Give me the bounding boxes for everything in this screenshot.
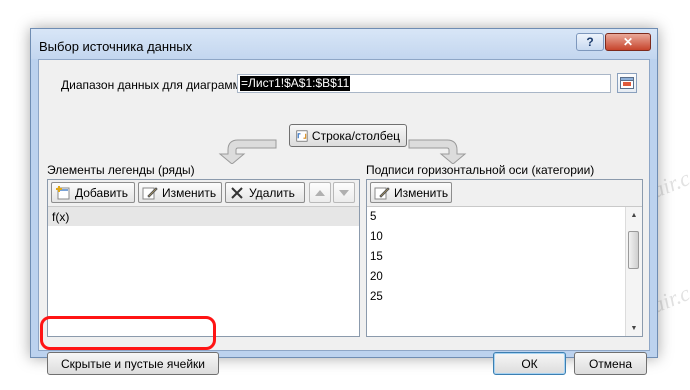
switch-row-column-button[interactable]: Строка/столбец xyxy=(289,124,407,147)
list-item[interactable]: 25 xyxy=(367,287,626,307)
dialog-title: Выбор источника данных xyxy=(39,39,193,54)
category-scrollbar[interactable]: ▲ ▼ xyxy=(625,207,642,336)
hidden-empty-cells-button[interactable]: Скрытые и пустые ячейки xyxy=(47,352,219,375)
range-select-icon xyxy=(620,77,634,89)
add-series-button[interactable]: Добавить xyxy=(51,182,135,203)
legend-entries-panel: Добавить Изменить Удалить f(x) xyxy=(47,179,360,337)
edit-axis-labels-label: Изменить xyxy=(394,185,449,200)
highlight-annotation xyxy=(40,316,216,350)
dialog-body: Диапазон данных для диаграммы: =Лист1!$A… xyxy=(38,59,650,375)
add-icon xyxy=(55,185,71,201)
move-up-button[interactable] xyxy=(309,182,331,203)
list-item[interactable]: 20 xyxy=(367,267,626,287)
arrow-left-icon xyxy=(218,139,277,164)
delete-series-button[interactable]: Удалить xyxy=(225,182,305,203)
list-item[interactable]: 5 xyxy=(367,207,626,227)
chart-data-range-label: Диапазон данных для диаграммы: xyxy=(61,78,253,92)
list-item[interactable]: f(x) xyxy=(48,207,359,226)
list-item[interactable]: 15 xyxy=(367,247,626,267)
cancel-button[interactable]: Отмена xyxy=(574,352,647,375)
ok-label: ОК xyxy=(521,356,538,371)
switch-row-column-label: Строка/столбец xyxy=(311,128,400,143)
legend-entries-label: Элементы легенды (ряды) xyxy=(47,163,195,177)
edit-series-label: Изменить xyxy=(162,185,217,200)
axis-labels-panel: Изменить 5 10 15 20 25 ▲ ▼ xyxy=(366,179,643,337)
help-button[interactable]: ? xyxy=(576,33,604,51)
hidden-empty-cells-label: Скрытые и пустые ячейки xyxy=(61,356,205,371)
axis-toolbar: Изменить xyxy=(367,180,642,207)
arrow-down-icon xyxy=(339,189,349,196)
delete-series-label: Удалить xyxy=(249,185,295,200)
arrow-right-icon xyxy=(408,139,467,164)
range-collapse-button[interactable] xyxy=(617,73,637,93)
chart-data-range-input[interactable]: =Лист1!$A$1:$B$11 xyxy=(237,74,611,93)
delete-icon xyxy=(229,185,245,201)
category-list: 5 10 15 20 25 xyxy=(367,207,626,307)
add-series-label: Добавить xyxy=(75,185,129,200)
cancel-label: Отмена xyxy=(588,356,633,371)
edit-axis-labels-button[interactable]: Изменить xyxy=(370,182,452,203)
axis-labels-label: Подписи горизонтальной оси (категории) xyxy=(366,163,595,177)
close-icon: ✕ xyxy=(622,35,634,49)
chart-data-range-value: =Лист1!$A$1:$B$11 xyxy=(240,76,351,91)
edit-icon xyxy=(142,185,158,201)
ok-button[interactable]: ОК xyxy=(493,352,566,375)
edit-icon xyxy=(374,185,390,201)
list-item[interactable]: 10 xyxy=(367,227,626,247)
close-button[interactable]: ✕ xyxy=(605,33,651,51)
switch-row-column-icon xyxy=(296,129,308,142)
select-data-source-dialog: Выбор источника данных ? ✕ Диапазон данн… xyxy=(30,28,658,375)
legend-toolbar: Добавить Изменить Удалить xyxy=(48,180,359,207)
arrow-up-icon xyxy=(315,189,325,196)
title-bar: Выбор источника данных ? ✕ xyxy=(31,29,657,59)
edit-series-button[interactable]: Изменить xyxy=(138,182,222,203)
scroll-thumb[interactable] xyxy=(628,231,639,269)
move-down-button[interactable] xyxy=(333,182,355,203)
scroll-up-icon[interactable]: ▲ xyxy=(626,207,642,223)
series-name: f(x) xyxy=(52,210,70,224)
help-icon: ? xyxy=(586,35,594,49)
scroll-down-icon[interactable]: ▼ xyxy=(626,320,642,336)
